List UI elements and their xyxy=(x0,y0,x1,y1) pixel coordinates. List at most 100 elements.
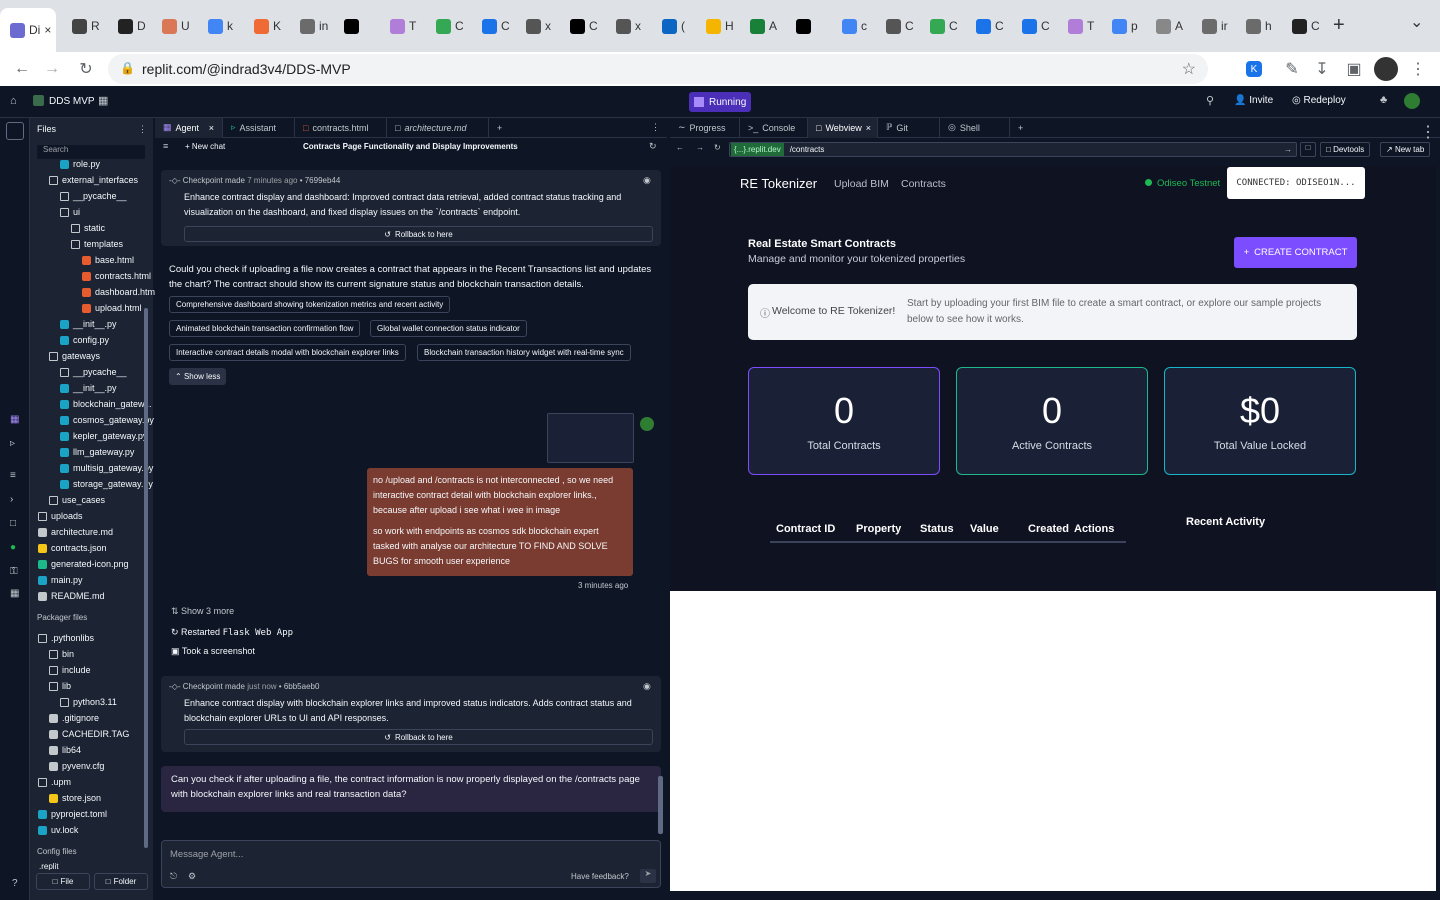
file-tree-item[interactable]: architecture.md xyxy=(38,524,156,540)
tab-agent[interactable]: ▦ Agent × xyxy=(155,117,223,138)
browser-tab[interactable]: C xyxy=(1292,10,1320,42)
tab-assistant[interactable]: ▹ Assistant xyxy=(223,117,295,138)
open-external-icon[interactable]: → xyxy=(1284,145,1292,154)
attached-screenshot[interactable] xyxy=(547,413,634,463)
nav-contracts[interactable]: Contracts xyxy=(901,178,946,190)
browser-tab[interactable] xyxy=(796,10,815,42)
eye-icon-2[interactable]: ◉ xyxy=(643,681,651,692)
notifications-icon[interactable]: ♣ xyxy=(1380,94,1387,106)
browser-tab[interactable]: A xyxy=(1156,10,1183,42)
file-tree-item[interactable]: store.json xyxy=(49,790,167,806)
layout-icon[interactable]: ▦ xyxy=(98,94,108,107)
close-webview-icon[interactable]: × xyxy=(866,123,871,133)
file-tree-item[interactable]: gateways xyxy=(49,348,167,364)
browser-tab[interactable]: C xyxy=(436,10,464,42)
shell-icon[interactable]: › xyxy=(10,494,13,505)
webview-icon[interactable]: □ xyxy=(10,518,16,529)
browser-tab[interactable]: k xyxy=(208,10,233,42)
profile-avatar[interactable] xyxy=(1374,57,1398,81)
help-icon[interactable]: ? xyxy=(12,878,18,889)
show-less-button[interactable]: ⌃ Show less xyxy=(169,368,227,385)
browser-tab[interactable]: Di × xyxy=(0,8,56,52)
browser-tab[interactable]: in xyxy=(300,10,328,42)
add-tab-button[interactable]: + xyxy=(489,118,510,138)
tab-search-icon[interactable]: ⌄ xyxy=(1410,12,1423,32)
file-tree-item[interactable]: uv.lock xyxy=(38,822,156,838)
chat-title[interactable]: Contracts Page Functionality and Display… xyxy=(303,142,518,151)
chat-scrollbar[interactable] xyxy=(658,776,663,834)
deploy-icon[interactable]: ● xyxy=(10,542,16,553)
hamburger-icon[interactable]: ≡ xyxy=(163,141,168,151)
browser-tab[interactable]: C xyxy=(886,10,914,42)
file-tree-item[interactable]: .gitignore xyxy=(49,710,167,726)
browser-tab[interactable]: p xyxy=(1112,10,1138,42)
suggestion-chip-5[interactable]: Blockchain transaction history widget wi… xyxy=(417,344,631,361)
web-forward-icon[interactable]: → xyxy=(696,143,704,152)
invite-button[interactable]: 👤 Invite xyxy=(1234,95,1273,106)
apps-icon[interactable]: ▦ xyxy=(10,414,19,425)
th-actions[interactable]: Actions xyxy=(1074,523,1114,535)
run-button[interactable]: Running xyxy=(689,92,751,112)
file-tree-item[interactable]: external_interfaces xyxy=(49,172,167,188)
reload-icon[interactable]: ↻ xyxy=(74,57,98,81)
browser-tab[interactable]: D xyxy=(118,10,146,42)
browser-tab[interactable]: x xyxy=(616,10,641,42)
new-folder-button[interactable]: □ Folder xyxy=(94,873,148,890)
tab-console[interactable]: >_ Console xyxy=(740,117,808,138)
browser-tab[interactable]: R xyxy=(72,10,100,42)
forward-icon[interactable]: → xyxy=(40,57,64,81)
create-contract-button[interactable]: + CREATE CONTRACT xyxy=(1234,237,1357,268)
browser-tab[interactable]: K xyxy=(254,10,281,42)
th-value[interactable]: Value xyxy=(970,523,999,535)
menu-kebab-icon[interactable]: ⋮ xyxy=(1406,57,1430,81)
web-url-bar[interactable]: {...}.replit.dev /contracts → xyxy=(729,142,1297,157)
close-icon[interactable]: × xyxy=(209,123,214,133)
tab-menu-icon[interactable]: ⋮ xyxy=(651,122,660,133)
web-reload-icon[interactable]: ↻ xyxy=(714,143,721,152)
browser-tab[interactable]: x xyxy=(526,10,551,42)
secrets-icon[interactable]: ⚿ xyxy=(10,566,18,577)
send-icon[interactable]: ➤ xyxy=(640,869,656,883)
file-tree-item[interactable]: .upm xyxy=(38,774,156,790)
tab-contracts-html[interactable]: □ contracts.html xyxy=(295,117,387,138)
devtools-button[interactable]: □ Devtools xyxy=(1320,142,1371,157)
all-tools-icon[interactable]: ▦ xyxy=(10,588,19,599)
tab-shell[interactable]: ◎ Shell xyxy=(940,117,1010,138)
tab-git[interactable]: ℙ Git xyxy=(878,117,940,138)
extensions-puzzle-icon[interactable]: ✎ xyxy=(1280,57,1304,81)
browser-tab[interactable] xyxy=(344,10,363,42)
file-tree-item[interactable]: .pythonlibs xyxy=(38,630,156,646)
browser-tab[interactable]: h xyxy=(1246,10,1272,42)
browser-tab[interactable]: ir xyxy=(1202,10,1228,42)
close-tab-icon[interactable]: × xyxy=(44,23,51,37)
eye-icon[interactable]: ◉ xyxy=(643,175,651,186)
file-tree-item[interactable]: pyvenv.cfg xyxy=(49,758,167,774)
checkpoint2-hash[interactable]: 6bb5aeb0 xyxy=(284,682,320,691)
history-icon[interactable]: ↻ xyxy=(649,141,657,152)
file-tree-item[interactable]: contracts.json xyxy=(38,540,156,556)
browser-tab[interactable]: C xyxy=(570,10,598,42)
address-bar[interactable]: 🔒 replit.com/@indrad3v4/DDS-MVP ☆ xyxy=(108,54,1208,84)
git-icon[interactable]: ▹ xyxy=(10,438,15,449)
download-icon[interactable]: ↧ xyxy=(1310,57,1334,81)
browser-tab[interactable]: ( xyxy=(662,10,685,42)
file-tree-item[interactable]: pyproject.toml xyxy=(38,806,156,822)
web-back-icon[interactable]: ← xyxy=(676,143,684,152)
web-tab-menu-icon[interactable]: ⋮ xyxy=(1420,122,1436,142)
new-tab-button[interactable]: ↗ New tab xyxy=(1380,142,1431,157)
browser-tab[interactable]: C xyxy=(976,10,1004,42)
attach-icon[interactable]: ⎋ xyxy=(170,871,177,882)
wallet-connected-button[interactable]: CONNECTED: ODISEO1N... xyxy=(1227,167,1365,199)
show-more-button[interactable]: ⇅ Show 3 more xyxy=(171,606,234,617)
browser-tab[interactable]: C xyxy=(930,10,958,42)
checkpoint-hash[interactable]: 7699eb44 xyxy=(305,176,341,185)
settings-icon[interactable]: ⚙ xyxy=(188,871,196,882)
rollback-button-1[interactable]: ↺ Rollback to here xyxy=(184,226,653,242)
sidepanel-icon[interactable]: ▣ xyxy=(1342,57,1366,81)
suggestion-chip-2[interactable]: Animated blockchain transaction confirma… xyxy=(169,320,361,337)
browser-tab[interactable]: A xyxy=(750,10,777,42)
back-icon[interactable]: ← xyxy=(10,57,34,81)
file-tree-item[interactable]: lib xyxy=(49,678,167,694)
th-status[interactable]: Status xyxy=(920,523,954,535)
suggestion-chip-4[interactable]: Interactive contract details modal with … xyxy=(169,344,406,361)
